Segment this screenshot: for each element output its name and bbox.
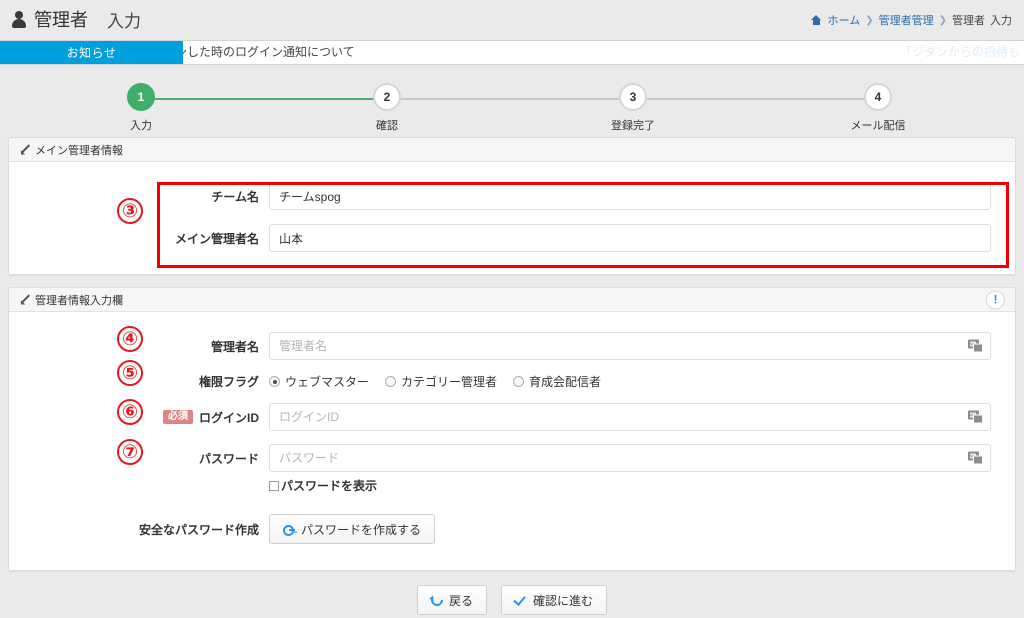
password-input[interactable] [269,444,991,472]
main-admin-info-heading: メイン管理者情報 [35,142,123,158]
generate-password-button[interactable]: パスワードを作成する [269,514,435,544]
proceed-to-confirm-button[interactable]: 確認に進む [501,585,607,615]
step-4-caption: メール配信 [847,117,909,133]
radio-ikuseikai-sender[interactable]: 育成会配信者 [513,373,601,390]
user-icon [12,10,27,29]
home-icon [811,15,822,25]
show-password-label: パスワードを表示 [281,477,377,494]
main-admin-info-panel: メイン管理者情報 ③ チーム名 メイン管理者名 [8,137,1016,275]
radio-ikuseikai-sender-dot [513,376,524,387]
radio-category-admin[interactable]: カテゴリー管理者 [385,373,497,390]
radio-webmaster-dot [269,376,280,387]
team-name-row: チーム名 [9,178,1015,214]
page-title-subtitle: 入力 [107,7,141,32]
check-icon [515,595,527,605]
admin-input-heading: 管理者情報入力欄 [35,292,123,308]
page-title: 管理者 入力 [12,6,141,32]
step-connector-2 [387,98,633,100]
main-admin-info-body: ③ チーム名 メイン管理者名 [9,162,1015,274]
key-icon [283,524,295,535]
role-flag-label: 権限フラグ [9,373,269,390]
undo-icon [428,592,445,609]
page-header: 管理者 入力 ホーム ❯ 管理者管理 ❯ 管理者 入力 [0,0,1024,40]
step-3-complete[interactable]: 3 登録完了 [602,83,664,133]
radio-webmaster[interactable]: ウェブマスター [269,373,369,390]
notice-label: お知らせ [0,41,183,64]
generate-password-row: 安全なパスワード作成 パスワードを作成する [9,498,1015,548]
step-4-mail[interactable]: 4 メール配信 [847,83,909,133]
step-1-caption: 入力 [110,117,172,133]
team-name-label: チーム名 [9,188,269,205]
admin-name-label: 管理者名 [9,338,269,355]
password-label: パスワード [9,444,269,467]
breadcrumb-current: 入力 [990,12,1012,28]
main-admin-info-header: メイン管理者情報 [9,138,1015,162]
admin-input-header: 管理者情報入力欄 ! [9,288,1015,312]
radio-category-admin-dot [385,376,396,387]
step-connector-3 [633,98,878,100]
step-2-confirm[interactable]: 2 確認 [356,83,418,133]
role-flag-radio-group: ウェブマスター カテゴリー管理者 育成会配信者 [269,373,991,390]
admin-input-body: ④ ⑤ ⑥ ⑦ 管理者名 権限フラグ ウェブマスター [9,312,1015,570]
step-2-number: 2 [373,83,401,111]
step-connector-1 [141,98,387,100]
generate-password-button-label: パスワードを作成する [301,521,421,538]
chevron-right-icon: ❯ [939,15,947,26]
page-title-text: 管理者 [34,6,88,32]
breadcrumb: ホーム ❯ 管理者管理 ❯ 管理者 入力 [811,12,1012,28]
info-icon[interactable]: ! [986,290,1005,309]
required-badge: 必須 [163,410,193,424]
back-button-label: 戻る [449,592,473,609]
breadcrumb-item-home[interactable]: ホーム [828,12,861,28]
main-admin-name-input[interactable] [269,224,991,252]
radio-webmaster-label: ウェブマスター [285,373,369,390]
step-4-number: 4 [864,83,892,111]
notice-text: ンした時のログイン通知について [183,41,355,64]
step-2-caption: 確認 [356,117,418,133]
chevron-right-icon: ❯ [865,15,873,26]
breadcrumb-item-admin-mgmt[interactable]: 管理者管理 [879,12,934,28]
show-password-toggle[interactable]: パスワードを表示 [269,477,991,494]
login-id-label: ログインID [199,409,259,426]
admin-name-input[interactable] [269,332,991,360]
footer-actions: 戻る 確認に進む [0,585,1024,615]
password-row: パスワード パスワードを表示 [9,435,1015,498]
admin-name-row: 管理者名 [9,328,1015,364]
notice-text-trailing: 「ジダンからの招待も [900,41,1020,64]
show-password-checkbox[interactable] [269,481,279,491]
progress-stepper: 1 入力 2 確認 3 登録完了 4 メール配信 [0,75,1024,137]
role-flag-row: 権限フラグ ウェブマスター カテゴリー管理者 育成会配信者 [9,364,1015,394]
pencil-icon [19,144,30,155]
step-1-number: 1 [127,83,155,111]
team-name-input[interactable] [269,182,991,210]
step-3-caption: 登録完了 [602,117,664,133]
generate-password-label: 安全なパスワード作成 [9,521,269,538]
main-admin-name-label: メイン管理者名 [9,230,269,247]
login-id-label-wrap: 必須 ログインID [9,409,269,426]
breadcrumb-item-admin: 管理者 [952,12,985,28]
login-id-input[interactable] [269,403,991,431]
main-admin-name-row: メイン管理者名 [9,214,1015,256]
radio-ikuseikai-sender-label: 育成会配信者 [529,373,601,390]
admin-input-panel: 管理者情報入力欄 ! ④ ⑤ ⑥ ⑦ 管理者名 権限フラグ ウェブマスター [8,287,1016,571]
back-button[interactable]: 戻る [417,585,487,615]
proceed-to-confirm-button-label: 確認に進む [533,592,593,609]
radio-category-admin-label: カテゴリー管理者 [401,373,497,390]
login-id-row: 必須 ログインID [9,394,1015,435]
notice-bar: お知らせ ンした時のログイン通知について 「ジダンからの招待も [0,40,1024,65]
pencil-icon [19,294,30,305]
step-1-input[interactable]: 1 入力 [110,83,172,133]
step-3-number: 3 [619,83,647,111]
notice-marquee[interactable]: ンした時のログイン通知について 「ジダンからの招待も [183,41,1024,64]
